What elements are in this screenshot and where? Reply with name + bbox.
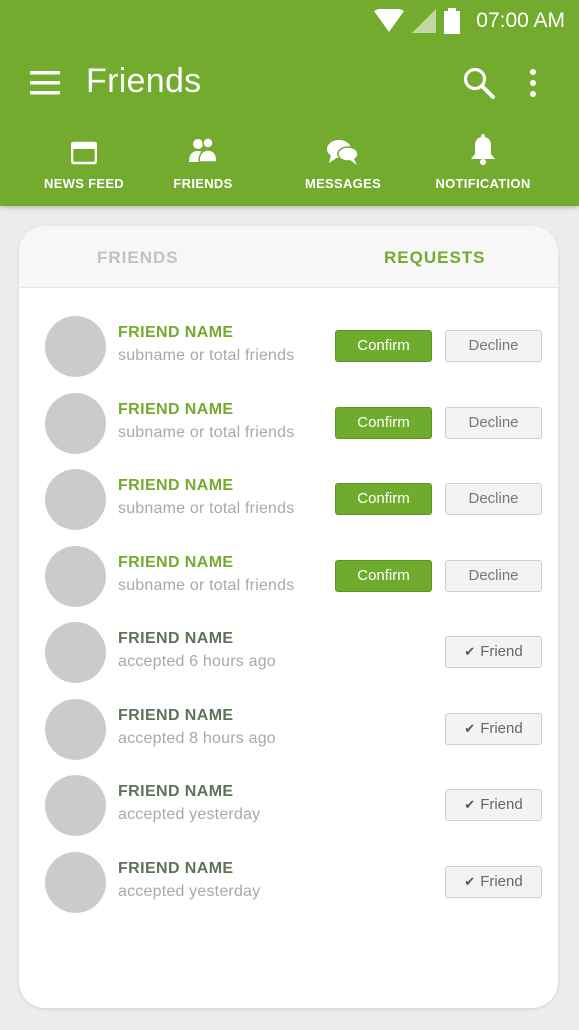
avatar[interactable] [45, 545, 106, 607]
friends-icon [189, 137, 218, 163]
main-nav: NEWS FEED FRIENDS MESSAGES NOTIFICATION [0, 132, 579, 202]
friend-status-button[interactable]: ✔ Friend [445, 865, 542, 898]
friend-status-label: Friend [480, 872, 523, 890]
chat-bubbles-icon [327, 140, 359, 165]
check-icon: ✔ [464, 873, 476, 889]
avatar[interactable] [45, 698, 106, 760]
friend-name[interactable]: FRIEND NAME [118, 554, 234, 572]
friend-subtext: accepted yesterday [118, 806, 261, 823]
more-vertical-icon[interactable] [520, 66, 546, 100]
friend-name[interactable]: FRIEND NAME [118, 860, 234, 878]
request-row: FRIEND NAME accepted 6 hours ago ✔ Friend [19, 608, 558, 684]
avatar[interactable] [45, 469, 106, 530]
decline-button[interactable]: Decline [445, 330, 542, 362]
friend-status-label: Friend [480, 719, 523, 737]
nav-label: NOTIFICATION [435, 176, 531, 191]
request-row: FRIEND NAME subname or total friends Confi… [19, 532, 558, 608]
bell-icon [471, 134, 495, 165]
avatar[interactable] [45, 622, 106, 683]
avatar[interactable] [45, 316, 106, 377]
card-tabs: FRIENDS REQUESTS [19, 226, 558, 288]
friend-status-button[interactable]: ✔ Friend [445, 712, 542, 745]
nav-label: MESSAGES [304, 176, 382, 191]
friend-subtext: accepted yesterday [118, 882, 261, 900]
battery-icon [444, 8, 461, 34]
wifi-icon [374, 9, 405, 32]
avatar[interactable] [45, 851, 106, 913]
request-row: FRIEND NAME subname or total friends Confi… [19, 302, 558, 378]
friend-name[interactable]: FRIEND NAME [118, 783, 234, 801]
friend-name[interactable]: FRIEND NAME [118, 707, 234, 725]
page-title: Friends [86, 62, 202, 100]
decline-button[interactable]: Decline [445, 483, 542, 515]
friend-subtext: subname or total friends [118, 576, 295, 594]
decline-button[interactable]: Decline [445, 559, 542, 592]
friend-status-label: Friend [480, 796, 523, 813]
friend-subtext: subname or total friends [118, 423, 295, 441]
newspaper-icon [71, 141, 97, 165]
decline-button[interactable]: Decline [445, 406, 542, 439]
friend-name[interactable]: FRIEND NAME [118, 477, 234, 495]
friend-subtext: subname or total friends [118, 347, 295, 364]
check-icon: ✔ [464, 720, 476, 736]
nav-label: FRIENDS [173, 176, 233, 191]
tab-requests[interactable]: REQUESTS [384, 226, 486, 288]
avatar[interactable] [45, 392, 106, 454]
search-icon[interactable] [462, 66, 496, 100]
confirm-button[interactable]: Confirm [335, 483, 432, 515]
avatar[interactable] [45, 775, 106, 836]
friend-status-button[interactable]: ✔ Friend [445, 636, 542, 668]
hamburger-menu-icon[interactable] [28, 66, 62, 100]
request-row: FRIEND NAME accepted yesterday ✔ Friend [19, 838, 558, 914]
nav-label: NEWS FEED [44, 176, 124, 191]
friend-name[interactable]: FRIEND NAME [118, 401, 234, 419]
friend-subtext: accepted 8 hours ago [118, 729, 276, 747]
cellular-signal-icon [412, 9, 437, 33]
nav-notification[interactable]: NOTIFICATION [418, 132, 548, 202]
nav-news-feed[interactable]: NEWS FEED [19, 132, 149, 202]
request-row: FRIEND NAME subname or total friends Confi… [19, 455, 558, 531]
friend-name[interactable]: FRIEND NAME [118, 630, 234, 648]
check-icon: ✔ [464, 644, 476, 659]
app-bar: 07:00 AM Friends NEWS FEED FRIENDS MESSA… [0, 0, 579, 206]
nav-messages[interactable]: MESSAGES [278, 132, 408, 202]
confirm-button[interactable]: Confirm [335, 559, 432, 592]
check-icon: ✔ [464, 797, 476, 812]
tab-friends[interactable]: FRIENDS [97, 226, 179, 288]
friend-name[interactable]: FRIEND NAME [118, 324, 234, 342]
friends-card: FRIENDS REQUESTS FRIEND NAME subname or t… [19, 226, 558, 1008]
toolbar: Friends [0, 52, 579, 116]
request-row: FRIEND NAME accepted 8 hours ago ✔ Friend [19, 685, 558, 761]
friend-status-label: Friend [480, 643, 523, 660]
status-bar: 07:00 AM [374, 6, 565, 36]
friend-status-button[interactable]: ✔ Friend [445, 789, 542, 821]
request-row: FRIEND NAME subname or total friends Confi… [19, 379, 558, 455]
nav-friends[interactable]: FRIENDS [138, 132, 268, 202]
request-row: FRIEND NAME accepted yesterday ✔ Friend [19, 761, 558, 837]
friend-subtext: subname or total friends [118, 500, 295, 517]
confirm-button[interactable]: Confirm [335, 330, 432, 362]
friend-subtext: accepted 6 hours ago [118, 653, 276, 670]
confirm-button[interactable]: Confirm [335, 406, 432, 439]
status-time: 07:00 AM [476, 9, 565, 32]
